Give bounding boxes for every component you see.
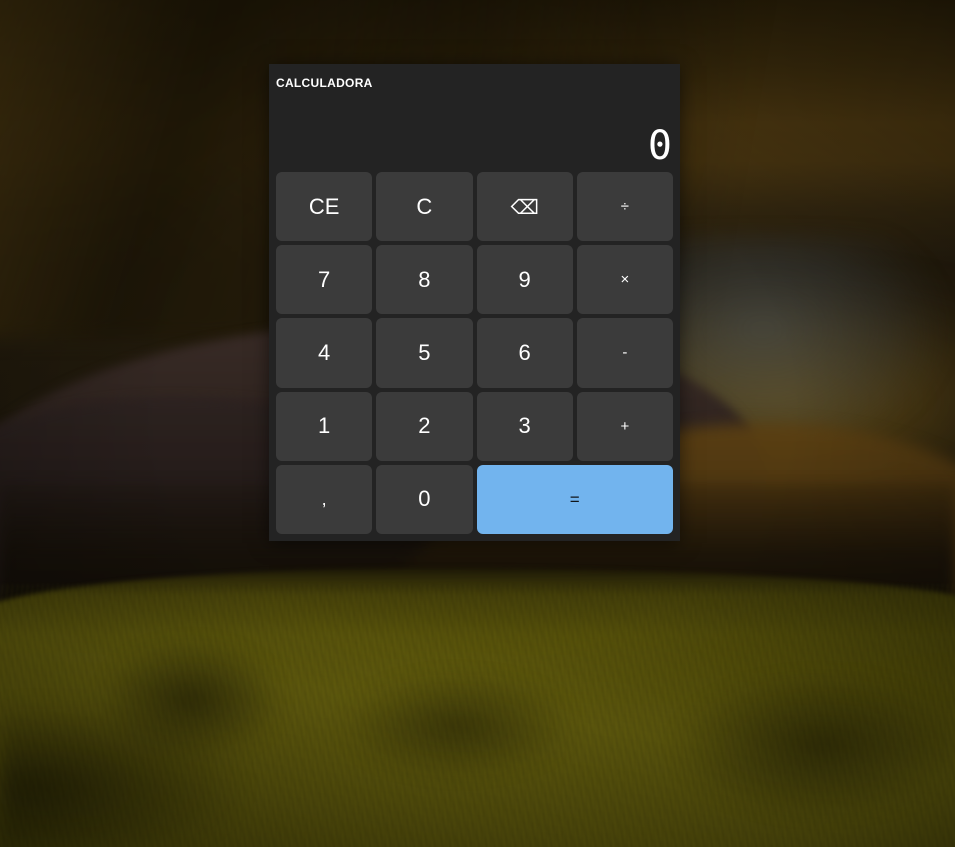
calculator-titlebar[interactable]: CALCULADORA — [269, 64, 680, 100]
calculator-key-label: ÷ — [620, 198, 629, 216]
calculator-key-label: 0 — [418, 486, 431, 512]
calculator-key-label: C — [416, 193, 433, 219]
calculator-key-digit-4[interactable]: 4 — [276, 318, 373, 388]
calculator-key-label: 6 — [518, 339, 531, 365]
calculator-key-divide[interactable]: ÷ — [576, 172, 673, 242]
calculator-key-label: = — [569, 489, 580, 509]
calculator-key-label: 7 — [318, 266, 331, 292]
calculator-key-digit-0[interactable]: 0 — [376, 464, 473, 534]
calculator-key-backspace[interactable]: ⌫ — [476, 172, 573, 242]
calculator-key-digit-5[interactable]: 5 — [376, 318, 473, 388]
calculator-key-label: 2 — [418, 413, 431, 439]
backspace-icon: ⌫ — [510, 194, 539, 219]
calculator-keypad: CE C ⌫ ÷ 7 8 9 × 4 5 6 - 1 2 3 +, 0 = — [269, 168, 680, 541]
calculator-key-clear[interactable]: C — [376, 172, 473, 242]
calculator-key-digit-1[interactable]: 1 — [276, 391, 373, 461]
calculator-key-digit-3[interactable]: 3 — [476, 391, 573, 461]
calculator-key-label: × — [620, 271, 630, 289]
calculator-key-label: 4 — [318, 339, 331, 365]
display-value: 0 — [647, 123, 672, 168]
calculator-key-label: 5 — [418, 339, 431, 365]
calculator-key-equals[interactable]: = — [476, 464, 673, 534]
calculator-key-label: , — [321, 489, 327, 510]
page-title: CALCULADORA — [276, 76, 373, 90]
calculator-key-label: CE — [308, 193, 340, 219]
calculator-key-digit-9[interactable]: 9 — [476, 245, 573, 315]
calculator-display: 0 — [269, 100, 680, 168]
calculator-key-label: 1 — [318, 413, 331, 439]
calculator-key-digit-8[interactable]: 8 — [376, 245, 473, 315]
calculator-key-label: - — [622, 344, 628, 362]
calculator-key-digit-6[interactable]: 6 — [476, 318, 573, 388]
calculator-key-clear-entry[interactable]: CE — [276, 172, 373, 242]
calculator-key-add[interactable]: + — [576, 391, 673, 461]
calculator-key-digit-2[interactable]: 2 — [376, 391, 473, 461]
calculator-key-label: 8 — [418, 266, 431, 292]
calculator-key-label: 3 — [518, 413, 531, 439]
calculator-key-label: 9 — [518, 266, 531, 292]
calculator-key-subtract[interactable]: - — [576, 318, 673, 388]
calculator-key-decimal-comma[interactable]: , — [276, 464, 373, 534]
calculator-key-label: + — [620, 417, 630, 435]
calculator-key-multiply[interactable]: × — [576, 245, 673, 315]
calculator-key-digit-7[interactable]: 7 — [276, 245, 373, 315]
calculator-window[interactable]: CALCULADORA 0 CE C ⌫ ÷ 7 8 9 × 4 5 6 - 1 2 3 +, 0 = — [269, 64, 680, 541]
